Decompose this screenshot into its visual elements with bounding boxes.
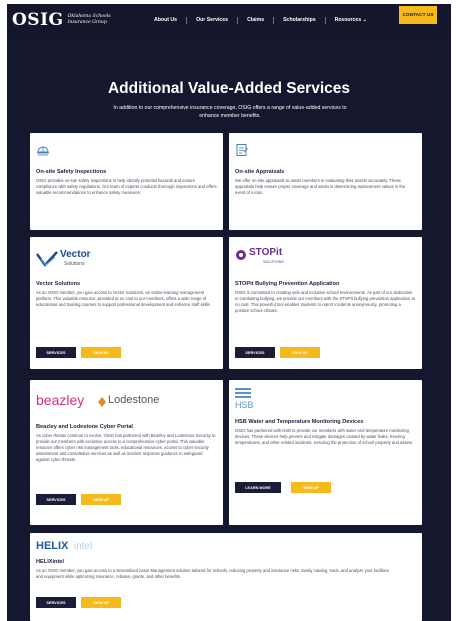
lodestone-logo-name: Lodestone (108, 394, 160, 406)
nav-divider (324, 16, 326, 24)
card-title: HSB Water and Temperature Monitoring Dev… (235, 419, 364, 425)
card-description: OSIG provides on-site safety inspections… (36, 178, 217, 196)
card-description: As an OSIG member, you gain access to a … (36, 568, 389, 580)
card-safety-inspections: On-site Safety Inspections OSIG provides… (30, 133, 223, 230)
learn-more-button[interactable]: LEARN MORE (235, 482, 281, 493)
site-header: OSIG Oklahoma Schools Insurance Group Ab… (7, 4, 451, 36)
card-onsite-appraisals: On-site Appraisals We offer on-site appr… (229, 133, 422, 230)
card-title: STOPit Bullying Prevention Application (235, 281, 340, 287)
card-description: OSIG is committed to creating safe and i… (235, 290, 415, 314)
stopit-logo-name: STOPit (249, 247, 283, 258)
card-description: We offer on-site appraisals to assist me… (235, 178, 406, 196)
card-vector-solutions: Vector Solutions Vector Solutions As an … (30, 237, 223, 369)
nav-claims[interactable]: Claims (247, 17, 264, 23)
services-button[interactable]: SERVICES (36, 597, 76, 608)
card-title: On-site Appraisals (235, 169, 285, 175)
nav-scholarships[interactable]: Scholarships (283, 17, 316, 23)
stopit-logo-icon (236, 250, 246, 260)
clipboard-icon (236, 144, 248, 156)
hsb-logo: HSB (235, 386, 275, 414)
helmet-icon (37, 146, 49, 156)
main-nav: About Us Our Services Claims Scholarship… (154, 16, 367, 24)
vector-solutions-logo: Vector Solutions (36, 247, 106, 271)
helix-logo: HELIX intel (36, 540, 116, 556)
stopit-logo-sub: SOLUTIONS (263, 260, 284, 264)
hsb-logo-name: HSB (235, 400, 254, 410)
sign-up-button[interactable]: SIGN UP (81, 597, 121, 608)
card-title: Vector Solutions (36, 281, 81, 287)
nav-about-us[interactable]: About Us (154, 17, 177, 23)
nav-our-services[interactable]: Our Services (196, 17, 228, 23)
beazley-lodestone-logo: beazley Lodestone (36, 392, 206, 414)
hsb-bars-icon (235, 388, 251, 398)
sign-up-button[interactable]: SIGN UP (81, 494, 121, 505)
services-button[interactable]: SERVICES (36, 347, 76, 358)
vector-logo-sub: Solutions (64, 261, 85, 267)
card-description: As an OSIG member, you gain access to Ve… (36, 290, 211, 308)
nav-divider (186, 16, 188, 24)
osig-logo[interactable]: OSIG Oklahoma Schools Insurance Group (12, 10, 116, 30)
screenshot-border-right (451, 0, 456, 621)
stopit-logo: STOPit SOLUTIONS (235, 247, 305, 271)
lodestone-diamond-icon (98, 397, 106, 407)
card-title: HELIXintel (36, 559, 64, 565)
screenshot-border-left (0, 0, 7, 621)
logo-mark: OSIG (12, 10, 64, 30)
card-title: On-site Safety Inspections (36, 169, 107, 175)
page-title: Additional Value-Added Services (107, 80, 351, 97)
logo-subtitle: Oklahoma Schools Insurance Group (67, 14, 111, 25)
services-button[interactable]: SERVICES (235, 347, 275, 358)
screenshot-border-top (0, 0, 456, 4)
card-stopit: STOPit SOLUTIONS STOPit Bullying Prevent… (229, 237, 422, 369)
nav-divider (237, 16, 239, 24)
sign-up-button[interactable]: SIGN UP (81, 347, 121, 358)
card-description: As cyber threats continue to evolve, OSI… (36, 433, 216, 463)
nav-resources-dropdown[interactable]: Resources ⌄ (335, 17, 367, 23)
sign-up-button[interactable]: SIGN UP (280, 347, 320, 358)
card-beazley-lodestone: beazley Lodestone Beazley and Lodestone … (30, 380, 223, 525)
page-subtitle: In addition to our comprehensive insuran… (113, 105, 347, 119)
contact-us-button[interactable]: CONTACT US (399, 6, 437, 24)
page: OSIG Oklahoma Schools Insurance Group Ab… (0, 0, 456, 621)
vector-swoosh-icon (36, 251, 58, 267)
nav-divider (273, 16, 275, 24)
beazley-logo-name: beazley (36, 392, 85, 408)
vector-logo-name: Vector (60, 249, 91, 260)
card-helixintel: HELIX intel HELIXintel As an OSIG member… (30, 533, 422, 621)
sign-up-button[interactable]: SIGN UP (291, 482, 331, 493)
card-description: OSIG has partnered with HSB to provide o… (235, 428, 414, 446)
helix-logo-name: HELIX (36, 540, 69, 552)
card-hsb: HSB HSB Water and Temperature Monitoring… (229, 380, 422, 525)
card-title: Beazley and Lodestone Cyber Portal (36, 424, 133, 430)
services-button[interactable]: SERVICES (36, 494, 76, 505)
helix-logo-sub: intel (74, 541, 93, 552)
